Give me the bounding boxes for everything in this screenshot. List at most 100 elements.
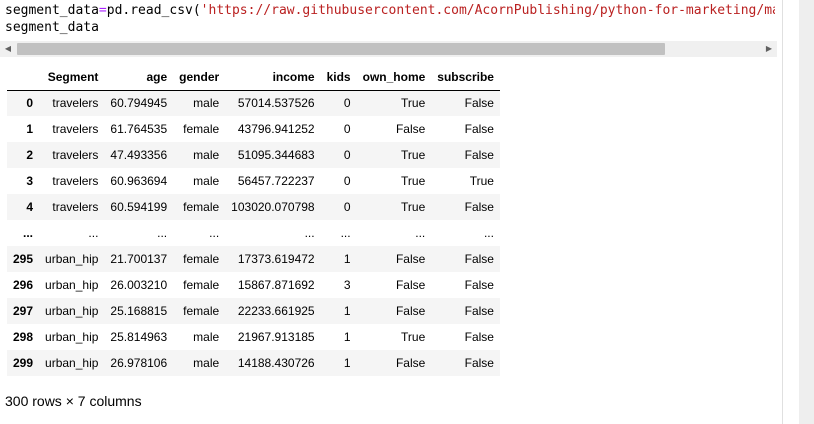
index-header bbox=[7, 64, 40, 91]
table-row: 2 travelers 47.493356 male 51095.344683 0 True… bbox=[7, 142, 500, 168]
table-cell: female bbox=[183, 278, 220, 292]
table-cell: ... bbox=[157, 226, 168, 240]
table-cell: True bbox=[401, 148, 426, 162]
row-index: 298 bbox=[13, 330, 34, 344]
table-cell: ... bbox=[88, 226, 99, 240]
table-row: 3 travelers 60.963694 male 56457.722237 0 True… bbox=[7, 168, 500, 194]
table-cell: female bbox=[183, 200, 220, 214]
table-row: 0 travelers 60.794945 male 57014.537526 0 True… bbox=[7, 90, 500, 116]
table-cell: 57014.537526 bbox=[237, 96, 315, 111]
horizontal-scrollbar[interactable]: ◀ ▶ bbox=[0, 41, 777, 57]
code-var: segment_data bbox=[5, 3, 99, 18]
table-cell: False bbox=[395, 304, 426, 318]
table-cell: ... bbox=[209, 226, 220, 240]
column-header: subscribe bbox=[431, 64, 500, 91]
row-index: 296 bbox=[13, 278, 34, 292]
table-cell: False bbox=[464, 122, 494, 136]
table-cell: 1 bbox=[343, 330, 351, 344]
code-string: 'https://raw.githubusercontent.com/Acorn… bbox=[200, 3, 775, 18]
table-cell: female bbox=[183, 252, 220, 266]
table-cell: 61.764535 bbox=[110, 122, 168, 136]
table-cell: False bbox=[395, 252, 426, 266]
row-index: 297 bbox=[13, 304, 34, 318]
table-cell: False bbox=[464, 148, 494, 162]
table-cell: female bbox=[183, 122, 220, 136]
row-index: 3 bbox=[26, 174, 34, 188]
table-cell: 3 bbox=[343, 278, 351, 292]
table-cell: 0 bbox=[343, 148, 351, 162]
table-cell: 17373.619472 bbox=[237, 252, 315, 266]
row-index: 1 bbox=[26, 122, 34, 136]
table-cell: female bbox=[183, 304, 220, 318]
table-cell: 43796.941252 bbox=[237, 122, 315, 136]
table-cell: False bbox=[464, 200, 494, 214]
table-cell: True bbox=[401, 200, 426, 214]
table-row: 4 travelers 60.594199 female 103020.070798 0 T… bbox=[7, 194, 500, 220]
row-index: 4 bbox=[26, 200, 34, 214]
table-row: 297 urban_hip 25.168815 female 22233.661925 1… bbox=[7, 298, 500, 324]
column-header: own_home bbox=[356, 64, 432, 91]
row-index: 2 bbox=[26, 148, 34, 162]
table-cell: ... bbox=[340, 226, 351, 240]
row-index: ... bbox=[23, 226, 34, 240]
table-row: 298 urban_hip 25.814963 male 21967.913185 1 Tr… bbox=[7, 324, 500, 350]
table-cell: True bbox=[469, 174, 494, 188]
table-cell: False bbox=[464, 330, 494, 344]
table-cell: male bbox=[193, 96, 220, 111]
table-cell: 0 bbox=[343, 96, 351, 111]
dataframe-table: Segment age gender income kids own_home subscr… bbox=[7, 64, 500, 376]
table-cell: 26.978106 bbox=[110, 356, 168, 370]
table-cell: 60.963694 bbox=[110, 174, 168, 188]
table-cell: travelers bbox=[52, 122, 99, 136]
table-cell: ... bbox=[483, 226, 494, 240]
table-cell: False bbox=[395, 278, 426, 292]
code-operator: = bbox=[98, 3, 107, 18]
table-cell: urban_hip bbox=[45, 356, 99, 370]
table-cell: 21.700137 bbox=[110, 252, 168, 266]
scroll-right-arrow-icon[interactable]: ▶ bbox=[761, 41, 777, 57]
table-cell: False bbox=[464, 96, 494, 111]
table-cell: travelers bbox=[52, 174, 99, 188]
table-cell: 1 bbox=[343, 252, 351, 266]
code-line-2: segment_data bbox=[5, 20, 99, 35]
code-input[interactable]: segment_data=pd.read_csv('https://raw.gi… bbox=[5, 2, 775, 38]
table-cell: False bbox=[464, 304, 494, 318]
table-row: 1 travelers 61.764535 female 43796.941252 0 Fa… bbox=[7, 116, 500, 142]
scrollbar-thumb[interactable] bbox=[17, 43, 665, 55]
code-call: pd.read_csv( bbox=[106, 3, 201, 18]
table-cell: False bbox=[464, 278, 494, 292]
table-cell: urban_hip bbox=[45, 304, 99, 318]
column-header: gender bbox=[173, 64, 226, 91]
table-cell: urban_hip bbox=[45, 252, 99, 266]
table-cell: 47.493356 bbox=[110, 148, 168, 162]
table-cell: 15867.871692 bbox=[237, 278, 315, 292]
row-index: 299 bbox=[13, 356, 34, 370]
table-cell: travelers bbox=[52, 148, 99, 162]
dataframe-summary: 300 rows × 7 columns bbox=[5, 393, 142, 409]
table-cell: travelers bbox=[52, 200, 99, 214]
table-cell: True bbox=[401, 96, 426, 111]
table-cell: 0 bbox=[343, 122, 351, 136]
scroll-left-arrow-icon[interactable]: ◀ bbox=[0, 41, 16, 57]
table-cell: 1 bbox=[343, 304, 351, 318]
table-cell: ... bbox=[304, 226, 315, 240]
table-cell: 60.794945 bbox=[110, 96, 168, 111]
table-cell: 51095.344683 bbox=[237, 148, 315, 162]
table-cell: urban_hip bbox=[45, 278, 99, 292]
table-row: 295 urban_hip 21.700137 female 17373.619472 1… bbox=[7, 246, 500, 272]
table-cell: True bbox=[401, 174, 426, 188]
page-scrollbar-track[interactable] bbox=[799, 0, 814, 424]
table-cell: male bbox=[193, 174, 220, 188]
table-cell: 14188.430726 bbox=[237, 356, 315, 370]
table-body: 0 travelers 60.794945 male 57014.537526 0 True… bbox=[7, 90, 500, 376]
column-header: kids bbox=[320, 64, 357, 91]
table-cell: 21967.913185 bbox=[237, 330, 315, 344]
table-cell: male bbox=[193, 148, 220, 162]
table-cell: False bbox=[464, 252, 494, 266]
table-row: ........................ bbox=[7, 220, 500, 246]
table-cell: True bbox=[401, 330, 426, 344]
row-index: 0 bbox=[26, 96, 34, 111]
table-cell: False bbox=[464, 356, 494, 370]
table-cell: urban_hip bbox=[45, 330, 99, 344]
table-cell: 26.003210 bbox=[110, 278, 168, 292]
